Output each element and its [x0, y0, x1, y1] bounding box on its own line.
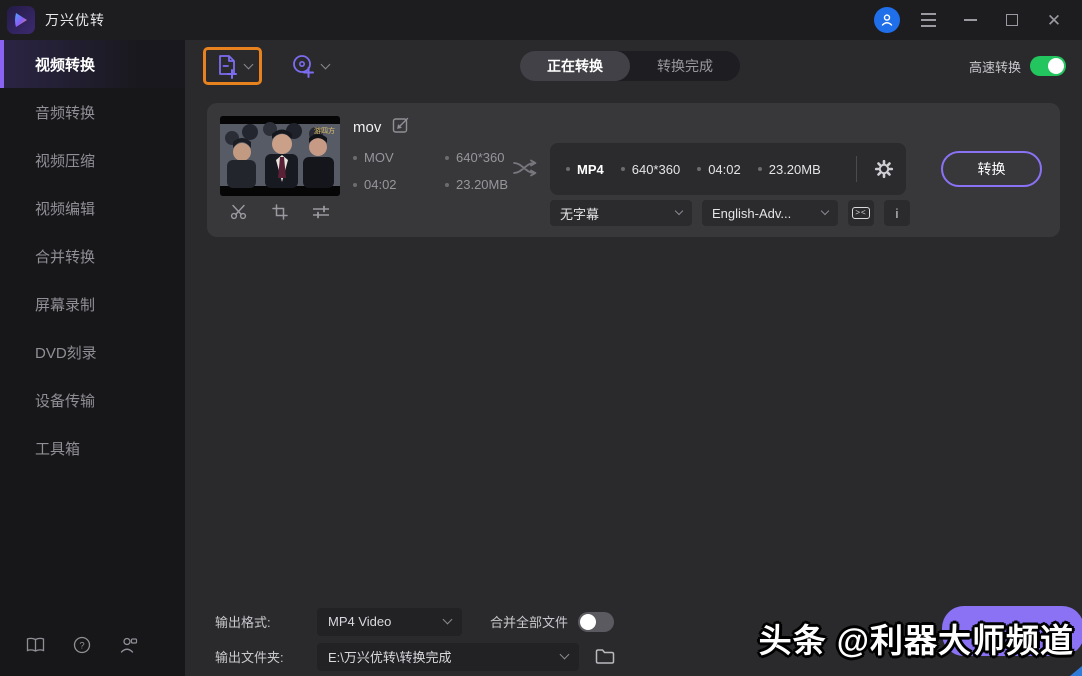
target-size: 23.20MB: [768, 161, 821, 177]
chevron-down-icon: [559, 649, 570, 660]
audio-track-select[interactable]: English-Adv...: [702, 200, 838, 226]
subtitle-style-icon: ><: [852, 206, 870, 220]
app-window: 万兴优转 ✕ 视频转换 音频转换 视频压缩 视频编辑 合并转换 屏幕录制 DVD…: [0, 0, 1082, 676]
output-format-value: MP4 Video: [328, 614, 392, 629]
sidebar-item-screen-record[interactable]: 屏幕录制: [0, 280, 185, 328]
tab-group: 正在转换 转换完成: [520, 51, 740, 81]
svg-text:游四方: 游四方: [314, 126, 335, 135]
output-format-select[interactable]: MP4 Video: [317, 607, 462, 636]
convert-arrows-icon: [512, 157, 538, 184]
sidebar-item-label: 工具箱: [35, 440, 81, 458]
add-file-highlight-box: [203, 47, 262, 85]
crop-icon[interactable]: [272, 204, 288, 225]
chevron-down-icon: [243, 59, 254, 69]
convert-button[interactable]: 转换: [941, 151, 1042, 187]
target-format: MP4: [577, 161, 604, 177]
source-info: MOV 640*360 04:02 23.20MB: [353, 150, 508, 192]
info-button[interactable]: i: [884, 200, 910, 226]
sidebar-item-video-convert[interactable]: 视频转换: [0, 40, 185, 88]
sidebar-item-device-transfer[interactable]: 设备传输: [0, 376, 185, 424]
chevron-down-icon: [820, 206, 830, 216]
output-folder-select[interactable]: E:\万兴优转\转换完成: [317, 642, 579, 671]
source-size: 23.20MB: [456, 177, 509, 192]
file-name: mov: [353, 119, 382, 136]
subtitle-style-button[interactable]: ><: [848, 200, 874, 226]
task-card: 游四方 mov MOV 640*360 04:02 23.20MB MP4 64…: [207, 103, 1060, 237]
rename-icon[interactable]: [392, 116, 410, 139]
toolbar: 正在转换 转换完成 高速转换: [185, 40, 1082, 92]
app-title: 万兴优转: [45, 12, 105, 28]
chevron-down-icon: [442, 614, 453, 625]
open-folder-icon[interactable]: [595, 648, 615, 665]
sidebar-item-video-compress[interactable]: 视频压缩: [0, 136, 185, 184]
video-thumbnail[interactable]: 游四方: [220, 116, 340, 196]
output-format-label: 输出格式:: [215, 615, 271, 630]
chevron-down-icon: [320, 59, 331, 69]
sidebar: 视频转换 音频转换 视频压缩 视频编辑 合并转换 屏幕录制 DVD刻录 设备传输…: [0, 40, 185, 676]
sidebar-item-label: 设备传输: [35, 392, 96, 410]
sidebar-item-video-edit[interactable]: 视频编辑: [0, 184, 185, 232]
app-logo-icon: [7, 6, 35, 34]
add-disc-icon: [293, 55, 314, 78]
target-resolution: 640*360: [631, 161, 681, 177]
subtitle-select[interactable]: 无字幕: [550, 200, 692, 226]
sidebar-item-label: 视频压缩: [35, 152, 96, 170]
merge-all-toggle[interactable]: [578, 611, 615, 632]
sidebar-item-toolbox[interactable]: 工具箱: [0, 424, 185, 472]
convert-button-label: 转换: [977, 161, 1006, 177]
sidebar-item-audio-convert[interactable]: 音频转换: [0, 88, 185, 136]
sidebar-item-label: 音频转换: [35, 104, 96, 122]
tab-label: 正在转换: [547, 58, 603, 74]
effects-icon[interactable]: [312, 204, 330, 225]
add-disc-button[interactable]: [290, 53, 331, 79]
corner-decoration: [1070, 666, 1082, 676]
high-speed-toggle[interactable]: [1030, 56, 1066, 76]
add-file-icon: [219, 55, 237, 79]
source-duration: 04:02: [364, 177, 397, 192]
output-folder-value: E:\万兴优转\转换完成: [328, 650, 452, 665]
close-button[interactable]: ✕: [1040, 6, 1068, 34]
tab-finished[interactable]: 转换完成: [630, 51, 740, 81]
contact-icon[interactable]: [119, 637, 138, 654]
trim-icon[interactable]: [230, 204, 248, 225]
minimize-button[interactable]: [956, 6, 984, 34]
watermark: 头条 @利器大师频道: [758, 606, 1082, 662]
settings-gear-icon[interactable]: [874, 159, 894, 179]
target-duration: 04:02: [708, 161, 741, 177]
guide-book-icon[interactable]: [26, 637, 45, 653]
sidebar-item-label: 合并转换: [35, 248, 96, 266]
chevron-down-icon: [674, 206, 684, 216]
source-resolution: 640*360: [456, 150, 505, 165]
help-icon[interactable]: ?: [73, 636, 91, 654]
add-file-button[interactable]: [215, 53, 254, 79]
high-speed-label: 高速转换: [968, 59, 1021, 75]
output-summary: MP4 640*360 04:02 23.20MB: [550, 143, 906, 195]
sidebar-item-dvd-burn[interactable]: DVD刻录: [0, 328, 185, 376]
account-avatar[interactable]: [874, 7, 900, 33]
info-icon: i: [895, 205, 899, 221]
sidebar-item-label: 视频编辑: [35, 200, 96, 218]
sidebar-item-label: DVD刻录: [35, 344, 97, 362]
watermark-text: 头条 @利器大师频道: [758, 622, 1074, 659]
tab-converting[interactable]: 正在转换: [520, 51, 630, 81]
sidebar-item-label: 屏幕录制: [35, 296, 96, 314]
svg-text:?: ?: [79, 641, 84, 652]
sidebar-item-merge-convert[interactable]: 合并转换: [0, 232, 185, 280]
subtitle-select-value: 无字幕: [560, 206, 600, 222]
source-format: MOV: [364, 150, 394, 165]
menu-icon[interactable]: [914, 6, 942, 34]
titlebar: 万兴优转 ✕: [0, 0, 1082, 40]
merge-all-label: 合并全部文件: [490, 615, 569, 630]
audio-select-value: English-Adv...: [712, 205, 792, 221]
output-folder-label: 输出文件夹:: [215, 650, 284, 665]
sidebar-item-label: 视频转换: [35, 56, 96, 74]
maximize-button[interactable]: [998, 6, 1026, 34]
tab-label: 转换完成: [657, 58, 713, 74]
